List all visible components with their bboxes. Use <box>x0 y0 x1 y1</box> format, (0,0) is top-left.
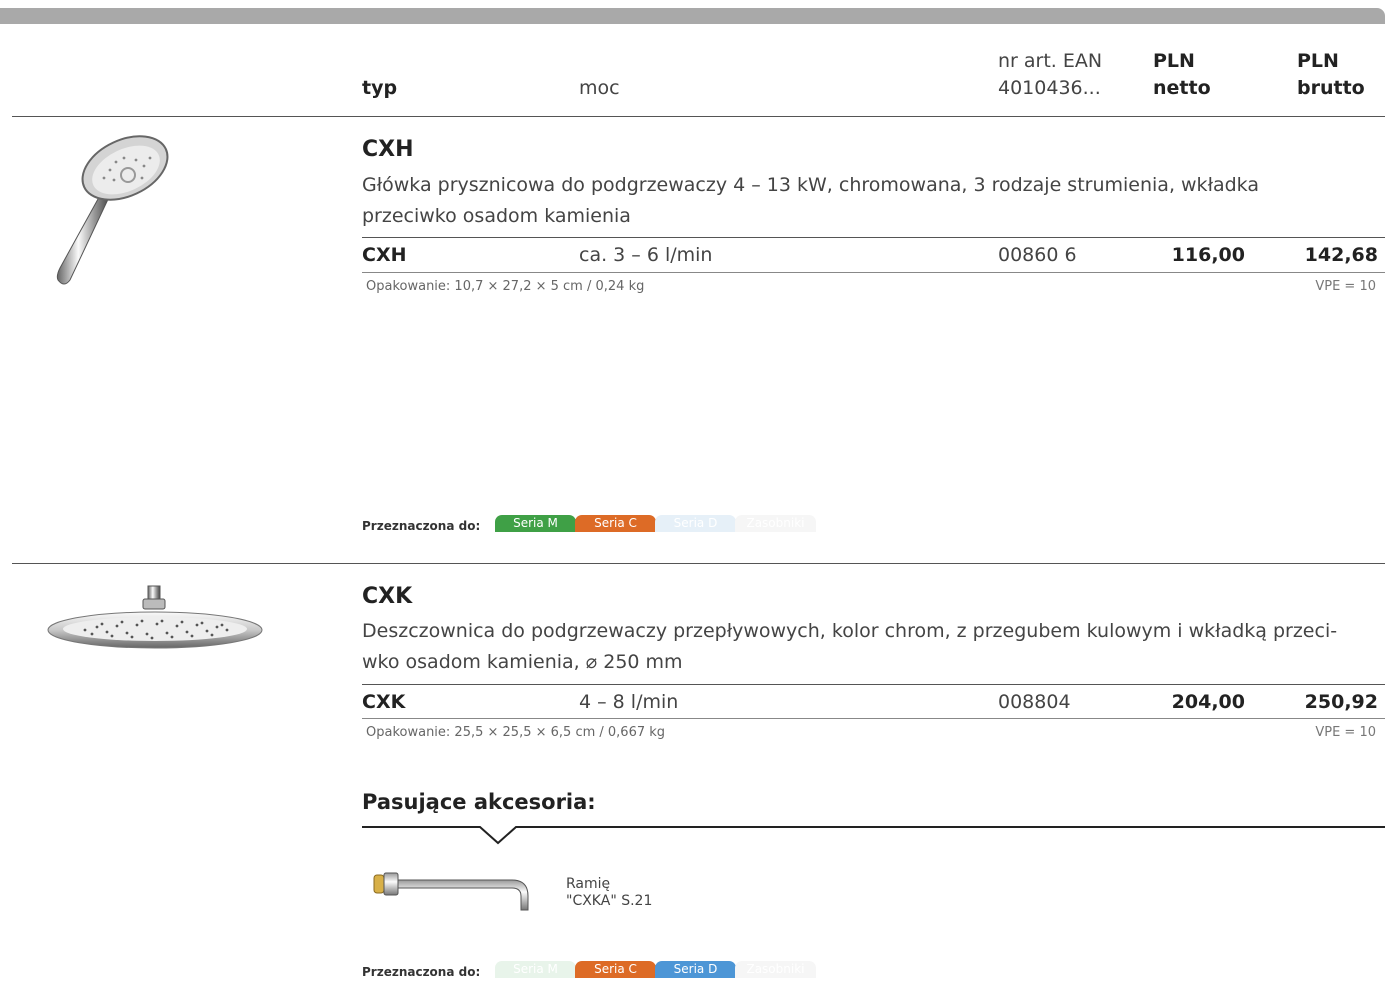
row-divider <box>362 272 1385 273</box>
cell-moc: ca. 3 – 6 l/min <box>579 244 713 266</box>
product-title: CXH <box>362 137 414 162</box>
destination-label: Przeznaczona do: <box>362 965 481 979</box>
header-ean: nr art. EAN 4010436... <box>998 50 1103 99</box>
product-row: CXK 4 – 8 l/min 008804 204,00 250,92 <box>362 687 1380 717</box>
shower-arm-image <box>373 872 529 911</box>
cell-moc: 4 – 8 l/min <box>579 691 679 713</box>
tag-seria-m: Seria M <box>495 961 576 978</box>
product-description: Główka prysznicowa do podgrzewaczy 4 – 1… <box>362 174 1259 227</box>
product-description: Deszczownica do podgrzewaczy przepływowy… <box>362 620 1338 673</box>
header-brutto: PLN brutto <box>1297 50 1365 99</box>
hand-shower-image <box>56 135 169 285</box>
tag-seria-d: Seria D <box>655 515 736 532</box>
cell-typ: CXH <box>362 244 407 266</box>
tag-seria-c: Seria C <box>575 961 656 978</box>
destination-label: Przeznaczona do: <box>362 519 481 533</box>
accessories-divider <box>362 826 1385 845</box>
tag-zasobniki: Zasobniki <box>735 515 816 532</box>
product-row: CXH ca. 3 – 6 l/min 00860 6 116,00 142,6… <box>362 240 1380 270</box>
top-color-bar <box>0 8 1385 24</box>
rain-shower-image <box>47 585 263 649</box>
row-divider <box>362 718 1385 719</box>
tag-seria-m: Seria M <box>495 515 576 532</box>
cell-netto: 204,00 <box>1171 691 1245 713</box>
accessory-label: Ramię "CXKA" S.21 <box>566 876 653 909</box>
packaging-info: Opakowanie: 10,7 × 27,2 × 5 cm / 0,24 kg <box>366 279 645 294</box>
header-moc: moc <box>579 77 620 99</box>
series-tags: Seria M Seria C Seria D Zasobniki <box>495 515 816 532</box>
vpe-info: VPE = 10 <box>1315 725 1376 740</box>
row-divider <box>362 684 1385 685</box>
tag-seria-c: Seria C <box>575 515 656 532</box>
cell-ean: 008804 <box>998 691 1071 713</box>
cell-brutto: 142,68 <box>1304 244 1378 266</box>
header-divider <box>12 116 1385 117</box>
header-typ: typ <box>362 77 398 99</box>
vpe-info: VPE = 10 <box>1315 279 1376 294</box>
cell-typ: CXK <box>362 691 406 713</box>
row-divider <box>362 237 1385 238</box>
cell-brutto: 250,92 <box>1304 691 1378 713</box>
accessories-title: Pasujące akcesoria: <box>362 790 596 814</box>
cell-ean: 00860 6 <box>998 244 1077 266</box>
series-tags: Seria M Seria C Seria D Zasobniki <box>495 961 816 978</box>
section-divider <box>12 563 1385 564</box>
packaging-info: Opakowanie: 25,5 × 25,5 × 6,5 cm / 0,667… <box>366 725 666 740</box>
tag-zasobniki: Zasobniki <box>735 961 816 978</box>
header-netto: PLN netto <box>1153 50 1211 99</box>
tag-seria-d: Seria D <box>655 961 736 978</box>
product-title: CXK <box>362 584 413 609</box>
cell-netto: 116,00 <box>1171 244 1245 266</box>
